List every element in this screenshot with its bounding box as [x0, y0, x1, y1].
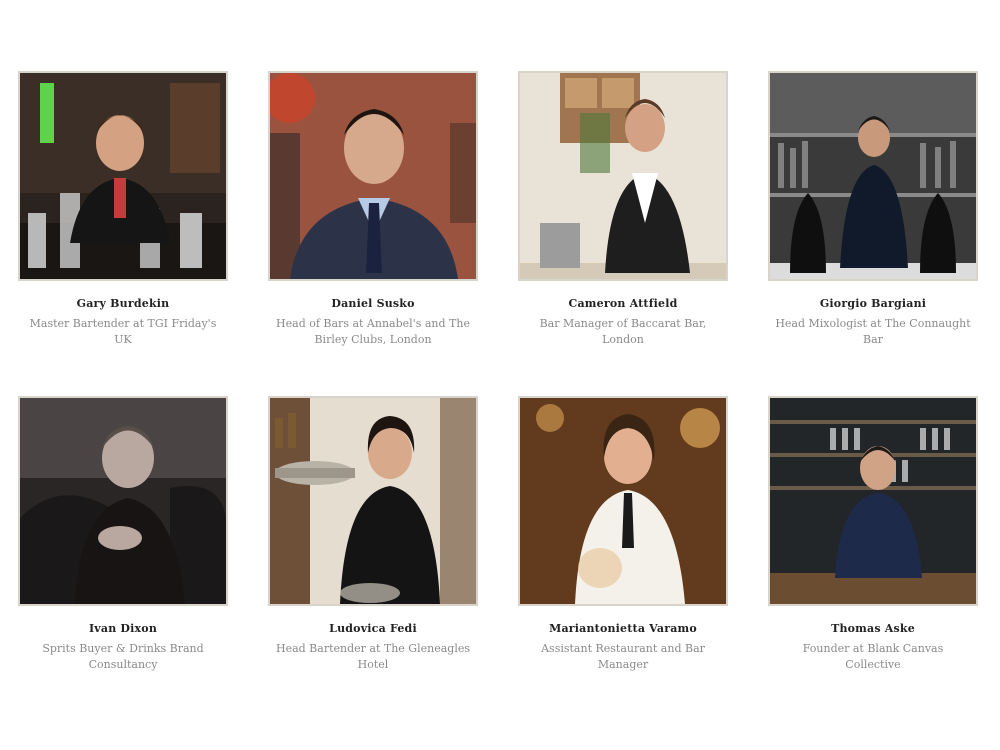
portrait-image [520, 73, 726, 279]
profile-photo[interactable] [768, 71, 978, 281]
profile-name: Thomas Aske [831, 622, 915, 635]
profile-photo[interactable] [18, 396, 228, 606]
profile-name: Ludovica Fedi [329, 622, 417, 635]
profile-card-ivan-dixon[interactable]: Ivan Dixon Sprits Buyer & Drinks Brand C… [18, 396, 228, 721]
profile-role: Head Mixologist at The Connaught Bar [775, 317, 971, 346]
profile-card-thomas-aske[interactable]: Thomas Aske Founder at Blank Canvas Coll… [768, 396, 978, 721]
profile-role: Master Bartender at TGI Friday's UK [29, 317, 217, 346]
profile-photo[interactable] [518, 71, 728, 281]
profile-role: Head Bartender at The Gleneagles Hotel [275, 642, 470, 671]
portrait-image [20, 73, 226, 279]
profile-card-daniel-susko[interactable]: Daniel Susko Head of Bars at Annabel's a… [268, 71, 478, 396]
profile-role: Bar Manager of Baccarat Bar, London [539, 317, 707, 346]
profile-photo[interactable] [18, 71, 228, 281]
profile-card-cameron-attfield[interactable]: Cameron Attfield Bar Manager of Baccarat… [518, 71, 728, 396]
profile-role: Assistant Restaurant and Bar Manager [541, 642, 705, 671]
profile-card-mariantonietta-varamo[interactable]: Mariantonietta Varamo Assistant Restaura… [518, 396, 728, 721]
profile-name: Ivan Dixon [88, 622, 158, 635]
profile-photo[interactable] [768, 396, 978, 606]
profile-photo[interactable] [268, 71, 478, 281]
profile-name: Gary Burdekin [76, 297, 170, 310]
profile-card-gary-burdekin[interactable]: Gary Burdekin Master Bartender at TGI Fr… [18, 71, 228, 396]
portrait-image [270, 73, 476, 279]
profile-photo[interactable] [518, 396, 728, 606]
portrait-image [270, 398, 476, 604]
portrait-image [770, 73, 976, 279]
profile-role: Founder at Blank Canvas Collective [802, 642, 944, 671]
profile-name: Cameron Attfield [568, 297, 678, 310]
profile-role: Head of Bars at Annabel's and The Birley… [276, 317, 470, 346]
profile-role: Sprits Buyer & Drinks Brand Consultancy [42, 642, 204, 671]
profile-card-ludovica-fedi[interactable]: Ludovica Fedi Head Bartender at The Glen… [268, 396, 478, 721]
profile-grid: Gary Burdekin Master Bartender at TGI Fr… [18, 71, 980, 721]
profile-card-giorgio-bargiani[interactable]: Giorgio Bargiani Head Mixologist at The … [768, 71, 978, 396]
profile-name: Giorgio Bargiani [819, 297, 927, 310]
portrait-image [770, 398, 976, 604]
profile-name: Daniel Susko [331, 297, 415, 310]
profile-name: Mariantonietta Varamo [549, 622, 697, 635]
portrait-image [520, 398, 726, 604]
portrait-image [20, 398, 226, 604]
profile-photo[interactable] [268, 396, 478, 606]
